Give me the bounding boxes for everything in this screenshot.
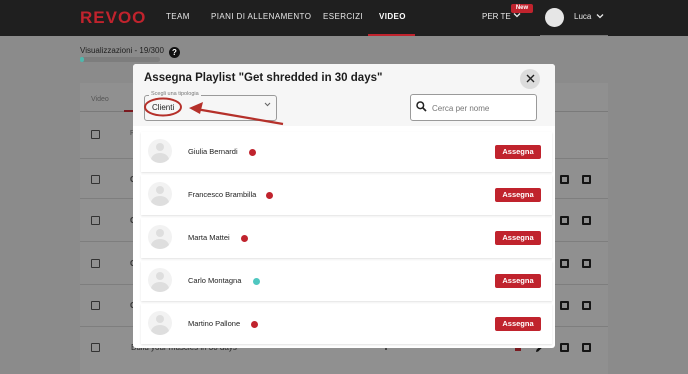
play-playlist-icon[interactable] bbox=[560, 301, 569, 310]
row-checkbox[interactable] bbox=[91, 259, 100, 268]
revoo-logo[interactable]: REVOO bbox=[80, 8, 146, 28]
assign-button[interactable]: Assegna bbox=[495, 274, 541, 288]
contact-icon[interactable] bbox=[582, 259, 591, 268]
status-dot bbox=[241, 235, 248, 242]
user-name[interactable]: Luca bbox=[574, 12, 604, 21]
status-dot bbox=[266, 192, 273, 199]
client-name: Francesco Brambilla bbox=[188, 190, 257, 199]
client-avatar bbox=[148, 139, 172, 163]
client-row: Carlo Montagna Assegna bbox=[141, 261, 552, 301]
tab-video[interactable]: Video bbox=[91, 96, 109, 103]
type-select-label: Scegli una tipologia bbox=[149, 91, 201, 97]
search-input[interactable] bbox=[432, 102, 532, 114]
contact-icon[interactable] bbox=[582, 175, 591, 184]
select-all-checkbox[interactable] bbox=[91, 130, 100, 139]
nav-item-esercizi[interactable]: ESERCIZI bbox=[323, 12, 363, 21]
client-avatar bbox=[148, 182, 172, 206]
status-dot bbox=[253, 278, 260, 285]
client-name: Giulia Bernardi bbox=[188, 147, 238, 156]
assign-button[interactable]: Assegna bbox=[495, 145, 541, 159]
chevron-down-icon[interactable] bbox=[264, 101, 271, 110]
row-checkbox[interactable] bbox=[91, 301, 100, 310]
close-button[interactable] bbox=[520, 69, 540, 89]
play-playlist-icon[interactable] bbox=[560, 343, 569, 352]
user-name-label: Luca bbox=[574, 12, 592, 21]
user-avatar[interactable] bbox=[545, 8, 564, 27]
chevron-down-icon bbox=[596, 14, 604, 19]
assign-playlist-modal: Assegna Playlist "Get shredded in 30 day… bbox=[133, 64, 555, 348]
nav-item-team[interactable]: TEAM bbox=[166, 12, 190, 21]
nav-item-piani[interactable]: PIANI DI ALLENAMENTO bbox=[211, 12, 311, 21]
status-dot bbox=[249, 149, 256, 156]
views-progress-track bbox=[80, 57, 160, 62]
help-icon[interactable]: ? bbox=[169, 47, 180, 58]
client-avatar bbox=[148, 311, 172, 335]
client-name: Marta Mattei bbox=[188, 233, 230, 242]
client-name: Martino Pallone bbox=[188, 319, 241, 328]
assign-button[interactable]: Assegna bbox=[495, 317, 541, 331]
views-counter: Visualizzazioni - 19/300 bbox=[80, 46, 164, 55]
status-dot bbox=[251, 321, 258, 328]
per-te-menu[interactable]: PER TE bbox=[482, 12, 511, 21]
play-playlist-icon[interactable] bbox=[560, 216, 569, 225]
contact-icon[interactable] bbox=[582, 216, 591, 225]
modal-title: Assegna Playlist "Get shredded in 30 day… bbox=[144, 72, 383, 84]
client-avatar bbox=[148, 225, 172, 249]
contact-icon[interactable] bbox=[582, 343, 591, 352]
top-navbar: REVOO TEAM PIANI DI ALLENAMENTO ESERCIZI… bbox=[0, 0, 688, 36]
new-badge: New bbox=[511, 4, 533, 13]
search-icon bbox=[416, 101, 427, 112]
views-progress-fill bbox=[80, 57, 84, 62]
client-name: Carlo Montagna bbox=[188, 276, 242, 285]
row-checkbox[interactable] bbox=[91, 216, 100, 225]
play-playlist-icon[interactable] bbox=[560, 259, 569, 268]
row-checkbox[interactable] bbox=[91, 175, 100, 184]
client-row: Francesco Brambilla Assegna bbox=[141, 175, 552, 215]
close-icon bbox=[526, 74, 534, 83]
row-checkbox[interactable] bbox=[91, 343, 100, 352]
assign-button[interactable]: Assegna bbox=[495, 231, 541, 245]
client-row: Martino Pallone Assegna bbox=[141, 304, 552, 344]
contact-icon[interactable] bbox=[582, 301, 591, 310]
nav-item-video[interactable]: VIDEO bbox=[379, 12, 406, 21]
client-row: Marta Mattei Assegna bbox=[141, 218, 552, 258]
type-select-value[interactable]: Clienti bbox=[152, 103, 174, 112]
client-row: Giulia Bernardi Assegna bbox=[141, 132, 552, 172]
assign-button[interactable]: Assegna bbox=[495, 188, 541, 202]
play-playlist-icon[interactable] bbox=[560, 175, 569, 184]
client-avatar bbox=[148, 268, 172, 292]
